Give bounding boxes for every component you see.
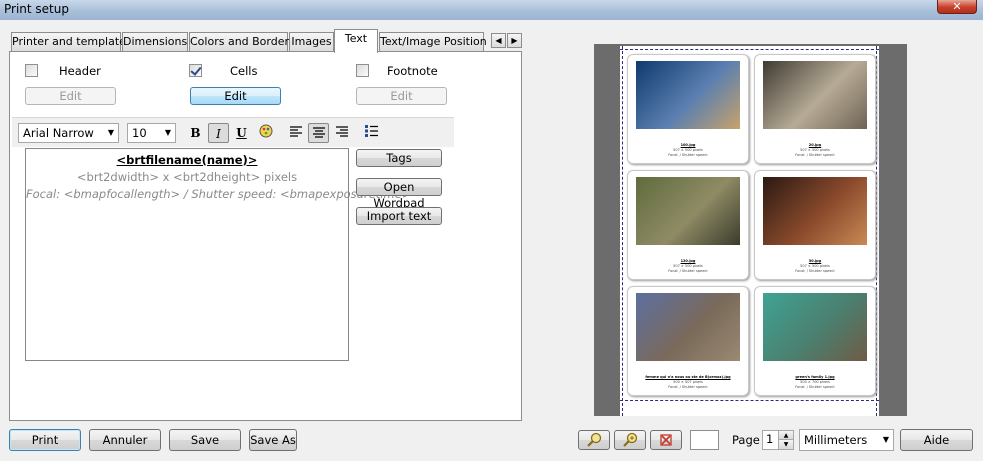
save-as-button[interactable]: Save As	[249, 429, 297, 451]
zoom-in-button[interactable]	[614, 430, 646, 450]
tab-dimensions[interactable]: Dimensions	[122, 32, 188, 52]
preview-caption-name: 30.jpg	[808, 259, 822, 263]
preview-caption-dims: 500 × 507 pixels	[673, 380, 703, 384]
preview-photo	[763, 177, 867, 245]
preview-caption-name: green's family 1.jpg	[795, 375, 835, 379]
preview-photo	[763, 293, 867, 361]
preview-caption-dims: 507 × 500 pixels	[800, 148, 830, 152]
page-label: Page	[732, 433, 760, 447]
align-left-icon[interactable]	[285, 123, 306, 143]
tab-printer-and-templates[interactable]: Printer and templates	[11, 32, 132, 52]
page-number-stepper[interactable]: 1 ▲ ▼	[762, 430, 794, 450]
cells-label: Cells	[230, 64, 258, 78]
tab-text-image-position[interactable]: Text/Image Position	[379, 32, 487, 52]
zoom-value-box[interactable]	[690, 430, 719, 450]
preview-caption-name: 20.jpg	[808, 143, 822, 147]
print-setup-window: Print setup ✕ Printer and templates Dime…	[0, 0, 983, 461]
preview-caption-meta: Focal: / Shutter speed:	[795, 269, 835, 273]
fit-page-icon	[660, 434, 672, 446]
chevron-down-icon: ▼	[164, 128, 171, 137]
preview-caption-name: 100.jpg	[680, 143, 696, 147]
open-wordpad-button[interactable]: Open Wordpad	[356, 178, 442, 210]
footnote-label: Footnote	[387, 64, 438, 78]
editor-line-exif: Focal: <bmapfocallength> / Shutter speed…	[26, 187, 412, 201]
cancel-button[interactable]: Annuler	[89, 429, 161, 451]
margin-bottom-line	[620, 400, 879, 401]
align-center-icon[interactable]	[308, 123, 329, 143]
header-checkbox[interactable]	[25, 64, 38, 77]
preview-photo	[763, 61, 867, 129]
tab-scroll-right-icon[interactable]: ▶	[507, 33, 522, 48]
preview-caption-meta: Focal: / Shutter speed:	[668, 269, 708, 273]
preview-photo	[636, 177, 740, 245]
margin-top-line	[620, 49, 879, 50]
font-family-value: Arial Narrow	[23, 126, 94, 140]
header-label: Header	[59, 64, 101, 78]
preview-caption-dims: 500 × 700 pixels	[800, 380, 830, 384]
preview-cell[interactable]: 120.jpg 507 × 500 pixels Focal: / Shutter …	[627, 170, 749, 280]
tab-images[interactable]: Images	[289, 32, 334, 52]
preview-caption-name: femme qui n'a nous ou ste de B(ormoz).jp…	[645, 375, 731, 379]
preview-cell[interactable]: 30.jpg 507 × 500 pixels Focal: / Shutter s…	[754, 170, 876, 280]
close-icon[interactable]: ✕	[937, 0, 977, 14]
preview-caption-name: 120.jpg	[680, 259, 696, 263]
tab-scroll-left-icon[interactable]: ◀	[491, 33, 506, 48]
print-preview: 100.jpg 507 × 500 pixels Focal: / Shutter …	[594, 44, 907, 416]
stepper-up-icon[interactable]: ▲	[778, 431, 793, 440]
footnote-checkbox[interactable]	[356, 64, 369, 77]
underline-button[interactable]: U	[231, 123, 252, 143]
units-value: Millimeters	[804, 433, 868, 447]
chevron-down-icon: ▼	[882, 435, 889, 444]
page-number-value: 1	[766, 432, 774, 446]
import-text-button[interactable]: Import text	[356, 207, 442, 225]
margin-right-line	[876, 46, 877, 416]
print-button[interactable]: Print	[9, 429, 81, 451]
margin-left-line	[622, 46, 623, 416]
text-color-icon[interactable]	[255, 123, 276, 143]
zoom-out-icon	[587, 432, 602, 447]
preview-cell[interactable]: femme qui n'a nous ou ste de B(ormoz).jp…	[627, 286, 749, 396]
zoom-in-icon	[623, 432, 638, 447]
preview-caption-meta: Focal: / Shutter speed:	[795, 153, 835, 157]
italic-button[interactable]: I	[208, 123, 229, 143]
preview-caption-meta: Focal: / Shutter speed:	[795, 385, 835, 389]
cells-edit-button[interactable]: Edit	[190, 87, 281, 105]
window-title: Print setup	[4, 2, 69, 16]
tab-text[interactable]: Text	[334, 29, 378, 53]
save-button[interactable]: Save	[169, 429, 241, 451]
fit-page-button[interactable]	[650, 430, 682, 450]
help-button[interactable]: Aide	[900, 429, 973, 451]
editor-line-filename: <brtfilename(name)>	[116, 153, 258, 167]
format-toolbar: Arial Narrow ▼ 10 ▼ B I U	[12, 117, 454, 147]
zoom-out-button[interactable]	[578, 430, 610, 450]
preview-photo	[636, 61, 740, 129]
header-edit-button[interactable]: Edit	[25, 87, 116, 105]
cell-text-editor[interactable]: <brtfilename(name)> <brt2dwidth> x <brt2…	[25, 148, 412, 361]
tags-button[interactable]: Tags	[356, 149, 442, 167]
font-size-select[interactable]: 10 ▼	[127, 123, 176, 143]
tab-colors-and-borders[interactable]: Colors and Borders	[189, 32, 295, 52]
chevron-down-icon: ▼	[107, 128, 114, 137]
preview-page: 100.jpg 507 × 500 pixels Focal: / Shutter …	[620, 46, 879, 416]
title-bar: Print setup ✕	[0, 0, 983, 20]
bullet-list-icon[interactable]	[361, 123, 382, 143]
bold-button[interactable]: B	[185, 123, 206, 143]
preview-photo	[636, 293, 740, 361]
preview-cell[interactable]: green's family 1.jpg 500 × 700 pixels Foca…	[754, 286, 876, 396]
preview-caption-meta: Focal: / Shutter speed:	[668, 153, 708, 157]
align-right-icon[interactable]	[331, 123, 352, 143]
footnote-edit-button[interactable]: Edit	[356, 87, 447, 105]
font-family-select[interactable]: Arial Narrow ▼	[18, 123, 119, 143]
preview-caption-dims: 507 × 500 pixels	[673, 148, 703, 152]
preview-caption-dims: 507 × 500 pixels	[673, 264, 703, 268]
preview-cell[interactable]: 100.jpg 507 × 500 pixels Focal: / Shutter …	[627, 54, 749, 164]
font-size-value: 10	[132, 126, 147, 140]
preview-caption-dims: 507 × 500 pixels	[800, 264, 830, 268]
cells-checkbox[interactable]	[189, 64, 202, 77]
stepper-down-icon[interactable]: ▼	[778, 440, 793, 449]
preview-caption-meta: Focal: / Shutter speed:	[668, 385, 708, 389]
units-select[interactable]: Millimeters ▼	[799, 429, 894, 451]
editor-line-dimensions: <brt2dwidth> x <brt2dheight> pixels	[76, 170, 298, 184]
preview-cell[interactable]: 20.jpg 507 × 500 pixels Focal: / Shutter s…	[754, 54, 876, 164]
